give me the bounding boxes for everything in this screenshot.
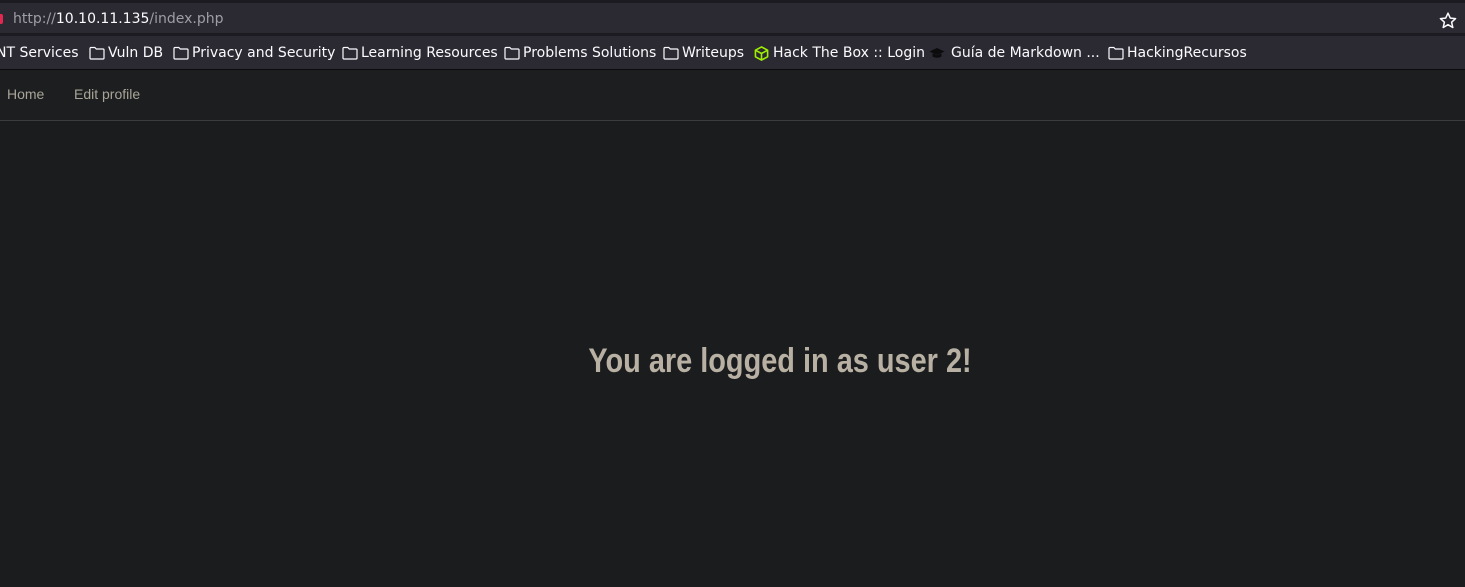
bookmark-label: HackingRecursos xyxy=(1127,45,1247,61)
bookmark-label: Learning Resources xyxy=(361,45,498,61)
folder-icon xyxy=(89,46,105,60)
bookmarks-toolbar: NT Services Vuln DB Privacy and Security… xyxy=(0,36,1465,70)
graduation-cap-icon xyxy=(929,48,945,58)
folder-icon xyxy=(504,46,520,60)
nav-home-link[interactable]: Home xyxy=(7,86,44,102)
folder-icon xyxy=(173,46,189,60)
logged-in-heading: You are logged in as user 2! xyxy=(588,342,972,380)
site-navbar: Home Edit profile xyxy=(0,70,1465,121)
bookmark-label: Hack The Box :: Login xyxy=(773,45,925,61)
bookmark-label: Problems Solutions xyxy=(523,45,657,61)
site-identity-icon[interactable] xyxy=(0,14,3,24)
folder-icon xyxy=(1108,46,1124,60)
htb-cube-icon xyxy=(754,46,769,61)
url-host: 10.10.11.135 xyxy=(55,11,150,27)
bookmark-label: Privacy and Security xyxy=(192,45,336,61)
bookmark-star-icon[interactable] xyxy=(1438,11,1458,31)
bookmark-label: Guía de Markdown ... xyxy=(951,45,1100,61)
url-path: /index.php xyxy=(149,11,224,27)
address-bar[interactable]: http://10.10.11.135/index.php xyxy=(0,3,1465,33)
url-scheme: http:// xyxy=(13,11,56,27)
bookmark-label: Writeups xyxy=(682,45,745,61)
bookmark-label: NT Services xyxy=(0,45,79,61)
bookmark-label: Vuln DB xyxy=(108,45,164,61)
url-text[interactable]: http://10.10.11.135/index.php xyxy=(13,11,224,27)
folder-icon xyxy=(663,46,679,60)
main-content: You are logged in as user 2! xyxy=(0,121,1465,587)
browser-toolbar: http://10.10.11.135/index.php xyxy=(0,0,1465,36)
folder-icon xyxy=(342,46,358,60)
nav-edit-profile-link[interactable]: Edit profile xyxy=(74,86,140,102)
